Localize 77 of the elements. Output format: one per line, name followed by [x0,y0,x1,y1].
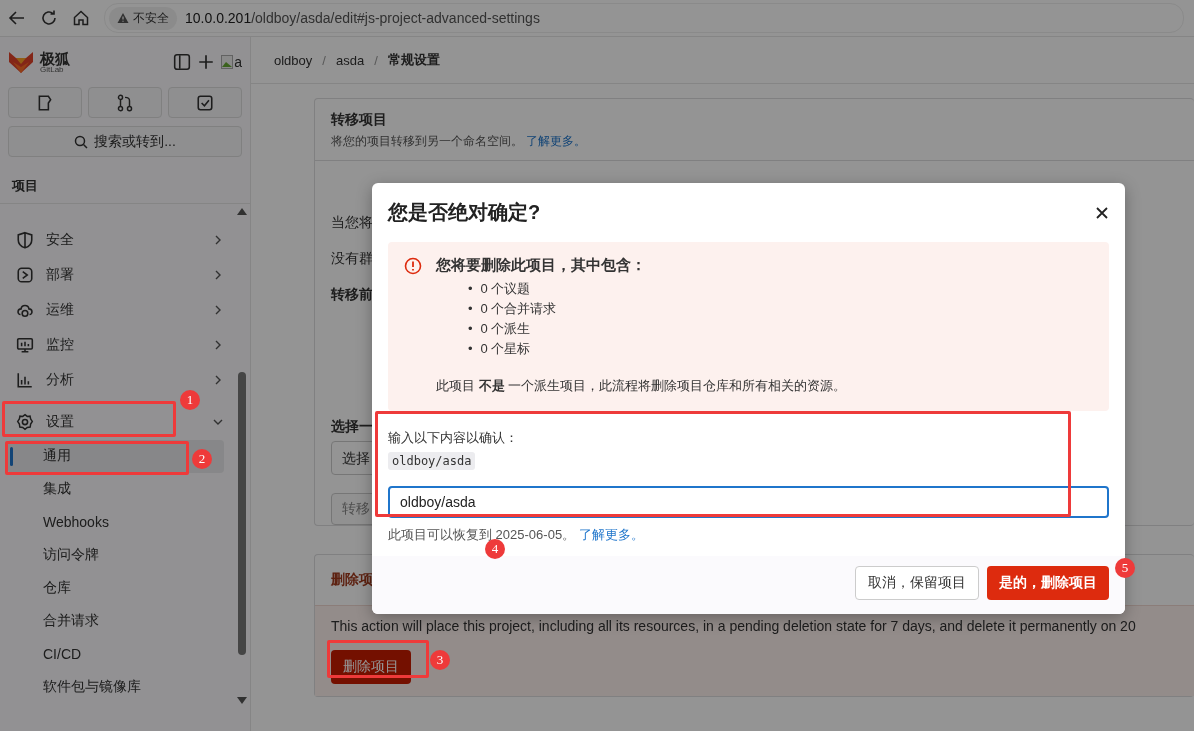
url-text: 10.0.0.201/oldboy/asda/edit#js-project-advanced-settings [185,10,540,26]
nav-subitem[interactable]: CI/CD [8,637,224,671]
avatar[interactable]: a [221,54,242,70]
sidebar-toggle-icon[interactable] [173,53,192,71]
security-label: 不安全 [133,9,169,27]
bullet: • [468,340,473,358]
list-item: 0 个议题 [480,280,531,298]
nav-subitem[interactable]: 访问令牌 [8,538,224,572]
nav-item[interactable]: 设置 [8,411,232,433]
breadcrumb-separator: / [374,52,378,68]
list-item: 0 个合并请求 [480,300,557,318]
scroll-up-icon[interactable] [237,207,247,215]
section-heading: 转移前 [331,285,373,303]
address-bar[interactable]: 不安全 10.0.0.201/oldboy/asda/edit#js-project-advanced-settings [104,3,1184,33]
todo-button[interactable] [168,87,242,118]
nav-subitem[interactable]: 仓库 [8,571,224,605]
scrollbar-thumb[interactable] [238,372,246,655]
paragraph-text: 当您将 [331,213,373,231]
search-button[interactable]: 搜索或转到... [8,126,242,157]
bullet: • [468,300,473,318]
chart-icon [16,370,34,389]
nav-item[interactable]: 部署 [8,263,232,286]
shield-icon [16,230,34,249]
plus-icon[interactable] [197,53,216,71]
nav-subitem[interactable]: 合并请求 [8,604,224,638]
breadcrumb-item[interactable]: 常规设置 [387,51,440,69]
breadcrumb-separator: / [322,52,326,68]
nav-subitem[interactable]: 集成 [8,472,224,506]
dialog-title: 您是否绝对确定? [388,200,541,225]
bullet: • [468,280,473,298]
delete-confirm-button[interactable]: 是的，删除项目 [987,566,1109,600]
confirm-label: 输入以下内容以确认： [388,429,519,447]
paragraph-text: 没有群 [331,249,373,267]
fox-logo-icon [8,50,34,74]
nav-item[interactable]: 分析 [8,368,232,391]
checkbox-icon [196,93,214,112]
breadcrumb-item[interactable]: oldboy [274,52,313,68]
delete-project-button[interactable]: 删除项目 [331,650,411,684]
nav-item[interactable]: 运维 [8,298,232,321]
home-icon[interactable] [72,9,90,27]
reload-icon[interactable] [40,9,58,27]
merge-requests-button[interactable] [88,87,162,118]
scroll-down-icon[interactable] [237,697,247,705]
monitor-icon [16,335,34,354]
card-title: 转移项目 [331,111,388,129]
bullet: • [468,320,473,338]
nav-item[interactable]: 监控 [8,333,232,356]
step-badge: 5 [1115,558,1135,578]
nav-subitem[interactable]: 软件包与镜像库 [8,670,224,704]
issues-button[interactable] [8,87,82,118]
nav-subitem[interactable]: Webhooks [8,505,224,539]
list-item: 0 个派生 [480,320,531,338]
nav-item[interactable]: 安全 [8,228,232,251]
merge-request-icon [116,93,134,112]
search-icon [74,134,89,149]
brand-name: 极狐 [40,50,70,66]
list-item: 0 个星标 [480,340,531,358]
section-heading: 选择一 [331,417,373,435]
alert-icon [404,257,422,275]
confirm-code: oldboy/asda [388,452,476,470]
broken-image-icon [221,55,234,69]
card-description: 将您的项目转移到另一个命名空间。 了解更多。 [331,133,588,150]
warning-text: This action will place this project, including all its resources, in a pending deletion state for 7 days, and delete it permanently on 20 [331,618,1136,634]
deploy-icon [16,265,34,284]
alert-heading: 您将要删除此项目，其中包含： [436,256,647,275]
section-heading: 项目 [0,161,250,204]
brand-subtitle: GitLab [40,65,64,74]
alert-note: 此项目 不是 一个派生项目，此流程将删除项目仓库和所有相关的资源。 [436,377,847,395]
cancel-button[interactable]: 取消，保留项目 [855,566,979,600]
breadcrumb-item[interactable]: asda [335,52,365,68]
close-icon[interactable] [1095,205,1109,220]
back-icon[interactable] [8,9,26,27]
warning-icon [117,12,129,24]
learn-more-link[interactable]: 了解更多。 [578,527,644,542]
gear-icon [16,413,34,431]
learn-more-link[interactable]: 了解更多。 [526,134,587,148]
document-icon [36,93,54,112]
